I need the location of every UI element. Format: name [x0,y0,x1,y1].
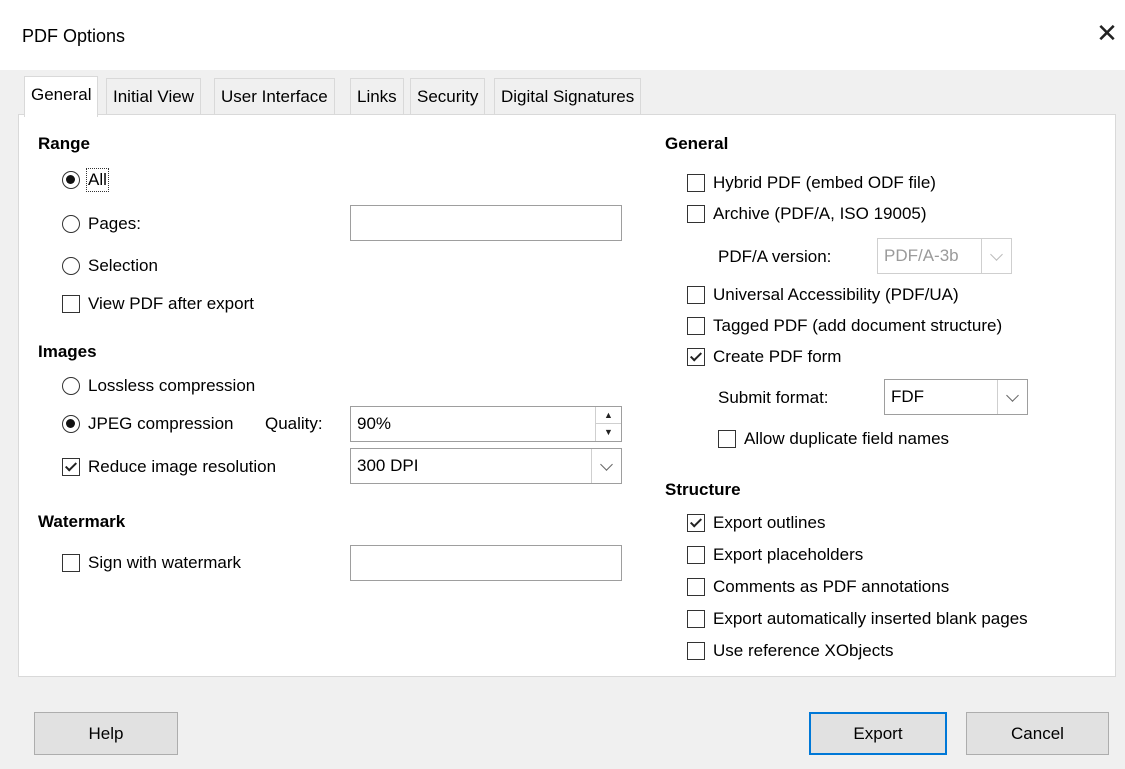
create-form-checkbox[interactable]: Create PDF form [687,347,841,367]
pdfa-version-label: PDF/A version: [718,247,832,266]
tab-initial-view[interactable]: Initial View [106,78,201,114]
checkbox[interactable] [62,295,80,313]
watermark-input[interactable] [350,545,622,581]
checkbox[interactable] [62,554,80,572]
checkbox[interactable] [62,458,80,476]
range-pages-radio[interactable]: Pages: [62,214,141,234]
decrement-icon[interactable]: ▼ [596,424,621,440]
export-button[interactable]: Export [809,712,947,755]
hybrid-pdf-label: Hybrid PDF (embed ODF file) [713,173,936,192]
reference-xobjects-checkbox[interactable]: Use reference XObjects [687,641,893,661]
close-icon[interactable]: ✕ [1094,20,1120,46]
checkbox[interactable] [687,317,705,335]
tab-links[interactable]: Links [350,78,404,114]
structure-heading: Structure [665,480,741,499]
blank-pages-checkbox[interactable]: Export automatically inserted blank page… [687,609,1028,629]
chevron-down-icon[interactable] [997,380,1027,414]
window-title: PDF Options [22,26,126,46]
tab-user-interface[interactable]: User Interface [214,78,335,114]
universal-accessibility-label: Universal Accessibility (PDF/UA) [713,285,959,304]
radio-button[interactable] [62,415,80,433]
tagged-pdf-checkbox[interactable]: Tagged PDF (add document structure) [687,316,1002,336]
submit-format-label: Submit format: [718,388,829,407]
pdfa-version-dropdown: PDF/A-3b [877,238,1012,274]
range-all-radio[interactable]: All [62,168,109,192]
jpeg-label: JPEG compression [88,414,234,433]
range-selection-label: Selection [88,256,158,275]
radio-button[interactable] [62,171,80,189]
radio-button[interactable] [62,257,80,275]
title-bar [0,0,1125,70]
create-form-label: Create PDF form [713,347,842,366]
tagged-pdf-label: Tagged PDF (add document structure) [713,316,1003,335]
submit-format-dropdown[interactable]: FDF [884,379,1028,415]
submit-format-value: FDF [891,387,925,406]
export-outlines-label: Export outlines [713,513,826,532]
comments-annotations-label: Comments as PDF annotations [713,577,950,596]
resolution-value: 300 DPI [357,456,419,475]
checkbox[interactable] [687,514,705,532]
general-heading: General [665,134,729,153]
archive-checkbox[interactable]: Archive (PDF/A, ISO 19005) [687,204,927,224]
reduce-resolution-label: Reduce image resolution [88,457,277,476]
checkbox[interactable] [687,578,705,596]
checkbox[interactable] [687,205,705,223]
range-all-label: All [86,168,109,192]
view-pdf-label: View PDF after export [88,294,254,313]
export-outlines-checkbox[interactable]: Export outlines [687,513,825,533]
quality-value: 90% [357,414,392,433]
radio-button[interactable] [62,377,80,395]
quality-spinbox[interactable]: 90% ▲ ▼ [350,406,622,442]
radio-button[interactable] [62,215,80,233]
watermark-heading: Watermark [38,512,126,531]
checkbox[interactable] [687,348,705,366]
range-selection-radio[interactable]: Selection [62,256,158,276]
tab-security[interactable]: Security [410,78,486,114]
help-button[interactable]: Help [34,712,178,755]
sign-watermark-checkbox[interactable]: Sign with watermark [62,553,241,573]
chevron-down-icon [981,239,1011,273]
allow-duplicate-checkbox[interactable]: Allow duplicate field names [718,429,949,449]
images-heading: Images [38,342,97,361]
tab-general[interactable]: General [24,76,99,117]
universal-accessibility-checkbox[interactable]: Universal Accessibility (PDF/UA) [687,285,959,305]
archive-label: Archive (PDF/A, ISO 19005) [713,204,927,223]
sign-watermark-label: Sign with watermark [88,553,242,572]
range-heading: Range [38,134,90,153]
range-pages-label: Pages: [88,214,141,233]
export-placeholders-checkbox[interactable]: Export placeholders [687,545,863,565]
checkbox[interactable] [718,430,736,448]
checkbox[interactable] [687,610,705,628]
reduce-resolution-checkbox[interactable]: Reduce image resolution [62,457,276,477]
checkbox[interactable] [687,174,705,192]
hybrid-pdf-checkbox[interactable]: Hybrid PDF (embed ODF file) [687,173,936,193]
export-placeholders-label: Export placeholders [713,545,864,564]
allow-duplicate-label: Allow duplicate field names [744,429,950,448]
quality-stepper[interactable]: ▲ ▼ [595,407,621,441]
reference-xobjects-label: Use reference XObjects [713,641,894,660]
tab-digital-signatures[interactable]: Digital Signatures [494,78,642,114]
blank-pages-label: Export automatically inserted blank page… [713,609,1028,628]
lossless-label: Lossless compression [88,376,256,395]
checkbox[interactable] [687,286,705,304]
checkbox[interactable] [687,642,705,660]
resolution-dropdown[interactable]: 300 DPI [350,448,622,484]
comments-annotations-checkbox[interactable]: Comments as PDF annotations [687,577,949,597]
pages-input[interactable] [350,205,622,241]
lossless-radio[interactable]: Lossless compression [62,376,255,396]
chevron-down-icon[interactable] [591,449,621,483]
jpeg-radio[interactable]: JPEG compression [62,414,234,434]
cancel-button[interactable]: Cancel [966,712,1109,755]
checkbox[interactable] [687,546,705,564]
view-pdf-checkbox[interactable]: View PDF after export [62,294,254,314]
pdfa-version-value: PDF/A-3b [884,246,959,265]
quality-label: Quality: [265,414,323,433]
